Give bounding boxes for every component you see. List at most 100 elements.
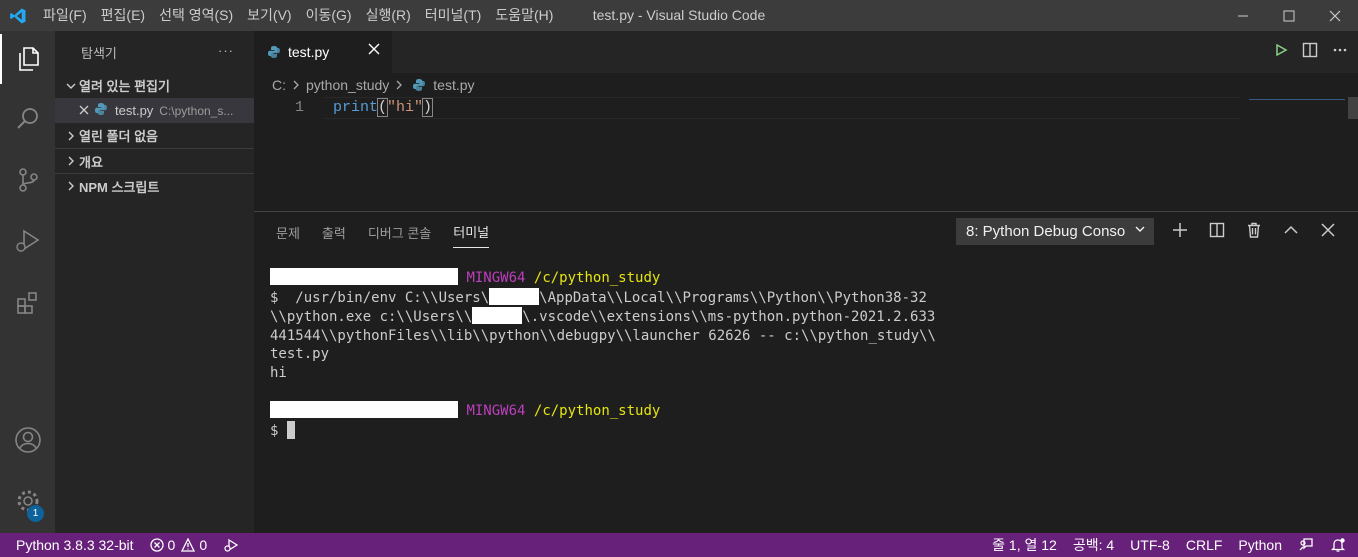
language-mode[interactable]: Python: [1230, 537, 1290, 553]
menu-selection[interactable]: 선택 영역(S): [152, 0, 240, 31]
encoding[interactable]: UTF-8: [1122, 537, 1178, 553]
command-line: \.vscode\\extensions\\ms-python.python-2…: [522, 309, 936, 326]
manage-gear-icon[interactable]: 1: [0, 476, 55, 526]
source-control-icon[interactable]: [0, 155, 55, 205]
tab-label: test.py: [288, 44, 330, 60]
vertical-scrollbar[interactable]: [1348, 97, 1358, 119]
tab-output[interactable]: 출력: [322, 217, 346, 248]
line-ending[interactable]: CRLF: [1178, 537, 1231, 553]
problems-indicator[interactable]: 0 0: [142, 537, 216, 553]
warning-count: 0: [199, 537, 208, 553]
editor-area: test.py C: python_study test.py 1 print(…: [254, 31, 1358, 211]
open-editor-path: C:\python_s...: [159, 103, 234, 118]
explorer-sidebar: 탐색기 ··· 열려 있는 편집기 test.py C:\python_s...…: [55, 31, 254, 533]
split-editor-icon[interactable]: [1302, 42, 1318, 63]
status-bar: Python 3.8.3 32-bit 0 0 줄 1, 열 12 공백: 4 …: [0, 533, 1358, 557]
redacted-username: [270, 268, 458, 285]
command-line: \\python.exe c:\\Users\\: [270, 309, 473, 326]
title-bar: 파일(F) 편집(E) 선택 영역(S) 보기(V) 이동(G) 실행(R) 터…: [0, 0, 1358, 31]
menu-go[interactable]: 이동(G): [299, 0, 359, 31]
redacted-username: [489, 287, 540, 305]
close-tab-icon[interactable]: [368, 42, 380, 60]
terminal-output[interactable]: MINGW64 /c/python_study $ /usr/bin/env C…: [270, 268, 936, 440]
section-npm-scripts[interactable]: NPM 스크립트: [55, 173, 254, 198]
indentation[interactable]: 공백: 4: [1065, 535, 1122, 555]
cursor-position[interactable]: 줄 1, 열 12: [984, 535, 1065, 555]
section-label: 개요: [79, 154, 103, 170]
section-label: 열린 폴더 없음: [79, 129, 158, 144]
vscode-logo-icon: [0, 0, 36, 31]
tab-terminal[interactable]: 터미널: [453, 216, 490, 248]
explorer-icon[interactable]: [0, 34, 55, 84]
section-no-folder[interactable]: 열린 폴더 없음: [55, 123, 254, 148]
redacted-username: [472, 307, 523, 325]
run-debug-icon[interactable]: [0, 216, 55, 266]
section-outline[interactable]: 개요: [55, 148, 254, 173]
more-editor-actions-icon[interactable]: [1332, 42, 1348, 63]
menu-terminal[interactable]: 터미널(T): [418, 0, 489, 31]
close-window-icon[interactable]: [1312, 0, 1358, 31]
code-line[interactable]: 1 print("hi"): [254, 97, 1358, 119]
new-terminal-icon[interactable]: [1170, 218, 1190, 242]
minimize-icon[interactable]: [1220, 0, 1266, 31]
open-editor-filename: test.py: [115, 103, 154, 118]
debug-launch-icon[interactable]: [215, 537, 247, 553]
tab-test-py[interactable]: test.py: [254, 31, 392, 73]
sidebar-header: 탐색기 ···: [55, 31, 254, 73]
tab-debug-console[interactable]: 디버그 콘솔: [368, 217, 431, 248]
menu-run[interactable]: 실행(R): [359, 0, 418, 31]
menu-help[interactable]: 도움말(H): [488, 0, 560, 31]
chevron-right-icon: [292, 77, 300, 93]
command-line: $ /usr/bin/env C:\\Users\: [270, 289, 490, 306]
chevron-down-icon: [1134, 223, 1146, 238]
python-file-icon: [268, 46, 280, 58]
more-actions-icon[interactable]: ···: [218, 43, 234, 58]
python-interpreter[interactable]: Python 3.8.3 32-bit: [0, 537, 142, 553]
error-count: 0: [167, 537, 176, 553]
minimap[interactable]: [1249, 99, 1345, 100]
feedback-icon[interactable]: [1290, 537, 1322, 553]
run-python-file-icon[interactable]: [1274, 43, 1288, 62]
notifications-bell-icon[interactable]: [1322, 537, 1358, 553]
warning-icon: [181, 538, 196, 552]
menu-edit[interactable]: 편집(E): [94, 0, 152, 31]
extensions-icon[interactable]: [0, 278, 55, 328]
trash-icon[interactable]: [1244, 218, 1264, 242]
split-terminal-icon[interactable]: [1207, 218, 1227, 242]
menu-file[interactable]: 파일(F): [36, 0, 94, 31]
maximize-icon[interactable]: [1266, 0, 1312, 31]
breadcrumb-file[interactable]: test.py: [433, 77, 474, 93]
close-icon[interactable]: [79, 103, 89, 118]
section-open-editors[interactable]: 열려 있는 편집기: [55, 73, 254, 98]
redacted-username: [270, 401, 458, 419]
chevron-right-icon: [63, 156, 79, 166]
close-panel-icon[interactable]: [1318, 218, 1338, 242]
breadcrumb-folder[interactable]: python_study: [306, 77, 389, 93]
search-icon[interactable]: [0, 94, 55, 144]
terminal-cursor: [286, 420, 295, 439]
section-label: NPM 스크립트: [79, 179, 160, 195]
prompt-env: MINGW64: [466, 403, 526, 420]
prompt-path: /c/python_study: [533, 403, 661, 420]
python-file-icon: [95, 103, 107, 118]
menu-view[interactable]: 보기(V): [240, 0, 298, 31]
chevron-down-icon: [63, 81, 79, 91]
terminal-select[interactable]: 8: Python Debug Conso: [956, 218, 1154, 245]
bottom-panel: 문제 출력 디버그 콘솔 터미널 8: Python Debug Conso M…: [254, 211, 1358, 533]
account-icon[interactable]: [0, 415, 55, 465]
prompt-env: MINGW64: [466, 270, 526, 286]
settings-badge: 1: [27, 505, 44, 522]
code-string: "hi": [387, 99, 424, 116]
code-close-paren: ): [422, 98, 434, 117]
code-open-paren: (: [377, 98, 389, 117]
code-text[interactable]: print("hi"): [333, 97, 434, 119]
breadcrumb: C: python_study test.py: [254, 73, 1358, 97]
tab-problems[interactable]: 문제: [276, 217, 300, 248]
breadcrumb-drive[interactable]: C:: [272, 77, 286, 93]
menu-bar: 파일(F) 편집(E) 선택 영역(S) 보기(V) 이동(G) 실행(R) 터…: [36, 0, 560, 31]
error-icon: [149, 538, 164, 552]
open-editor-item[interactable]: test.py C:\python_s...: [55, 98, 254, 123]
program-output: hi: [270, 364, 287, 381]
chevron-right-icon: [395, 77, 403, 93]
maximize-panel-icon[interactable]: [1281, 218, 1301, 242]
